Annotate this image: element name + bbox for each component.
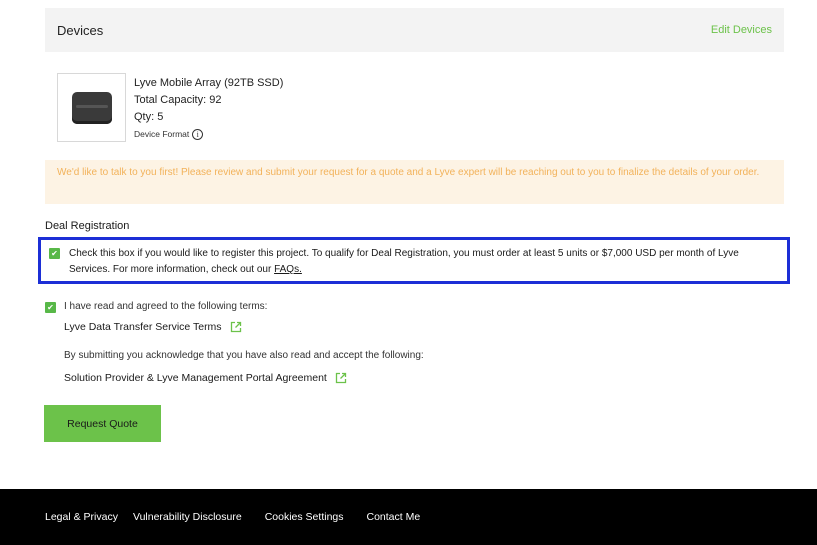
- device-info: Lyve Mobile Array (92TB SSD) Total Capac…: [134, 75, 283, 143]
- terms-checkbox[interactable]: ✔: [45, 302, 56, 313]
- faq-link[interactable]: FAQs.: [274, 264, 302, 275]
- service-terms-link[interactable]: Lyve Data Transfer Service Terms: [64, 321, 222, 333]
- footer-link-vulnerability-disclosure[interactable]: Vulnerability Disclosure: [133, 511, 242, 523]
- portal-agreement-row: Solution Provider & Lyve Management Port…: [64, 372, 347, 384]
- deal-registration-text: Check this box if you would like to regi…: [69, 246, 779, 281]
- external-link-icon[interactable]: [335, 372, 347, 384]
- device-thumbnail: [57, 73, 126, 142]
- deal-registration-description: Check this box if you would like to regi…: [69, 248, 739, 275]
- info-icon[interactable]: i: [192, 129, 204, 140]
- device-name: Lyve Mobile Array (92TB SSD): [134, 77, 284, 89]
- request-quote-button[interactable]: Request Quote: [44, 405, 161, 442]
- deal-registration-box: ✔ Check this box if you would like to re…: [38, 237, 790, 284]
- storage-array-icon: [71, 91, 112, 124]
- devices-header: Devices Edit Devices: [45, 8, 784, 52]
- footer: Legal & Privacy Vulnerability Disclosure…: [0, 489, 817, 545]
- footer-link-legal-privacy[interactable]: Legal & Privacy: [45, 511, 118, 523]
- device-qty: Qty: 5: [134, 111, 164, 123]
- service-terms-row: Lyve Data Transfer Service Terms: [64, 321, 242, 333]
- device-format-label: Device Format: [134, 129, 190, 139]
- terms-agree-text: I have read and agreed to the following …: [64, 301, 268, 312]
- device-format: Device Format i: [134, 126, 283, 143]
- edit-devices-link[interactable]: Edit Devices: [711, 24, 772, 36]
- terms-agreement-row: ✔ I have read and agreed to the followin…: [45, 301, 267, 313]
- quote-notice: We'd like to talk to you first! Please r…: [45, 160, 784, 204]
- portal-agreement-link[interactable]: Solution Provider & Lyve Management Port…: [64, 372, 327, 384]
- acknowledge-text: By submitting you acknowledge that you h…: [64, 350, 424, 361]
- device-capacity: Total Capacity: 92: [134, 94, 222, 106]
- devices-title: Devices: [57, 22, 104, 38]
- footer-link-cookies-settings[interactable]: Cookies Settings: [265, 511, 344, 523]
- footer-link-contact-me[interactable]: Contact Me: [367, 511, 421, 523]
- deal-registration-checkbox[interactable]: ✔: [49, 248, 60, 259]
- external-link-icon[interactable]: [230, 321, 242, 333]
- deal-registration-label: Deal Registration: [45, 220, 130, 232]
